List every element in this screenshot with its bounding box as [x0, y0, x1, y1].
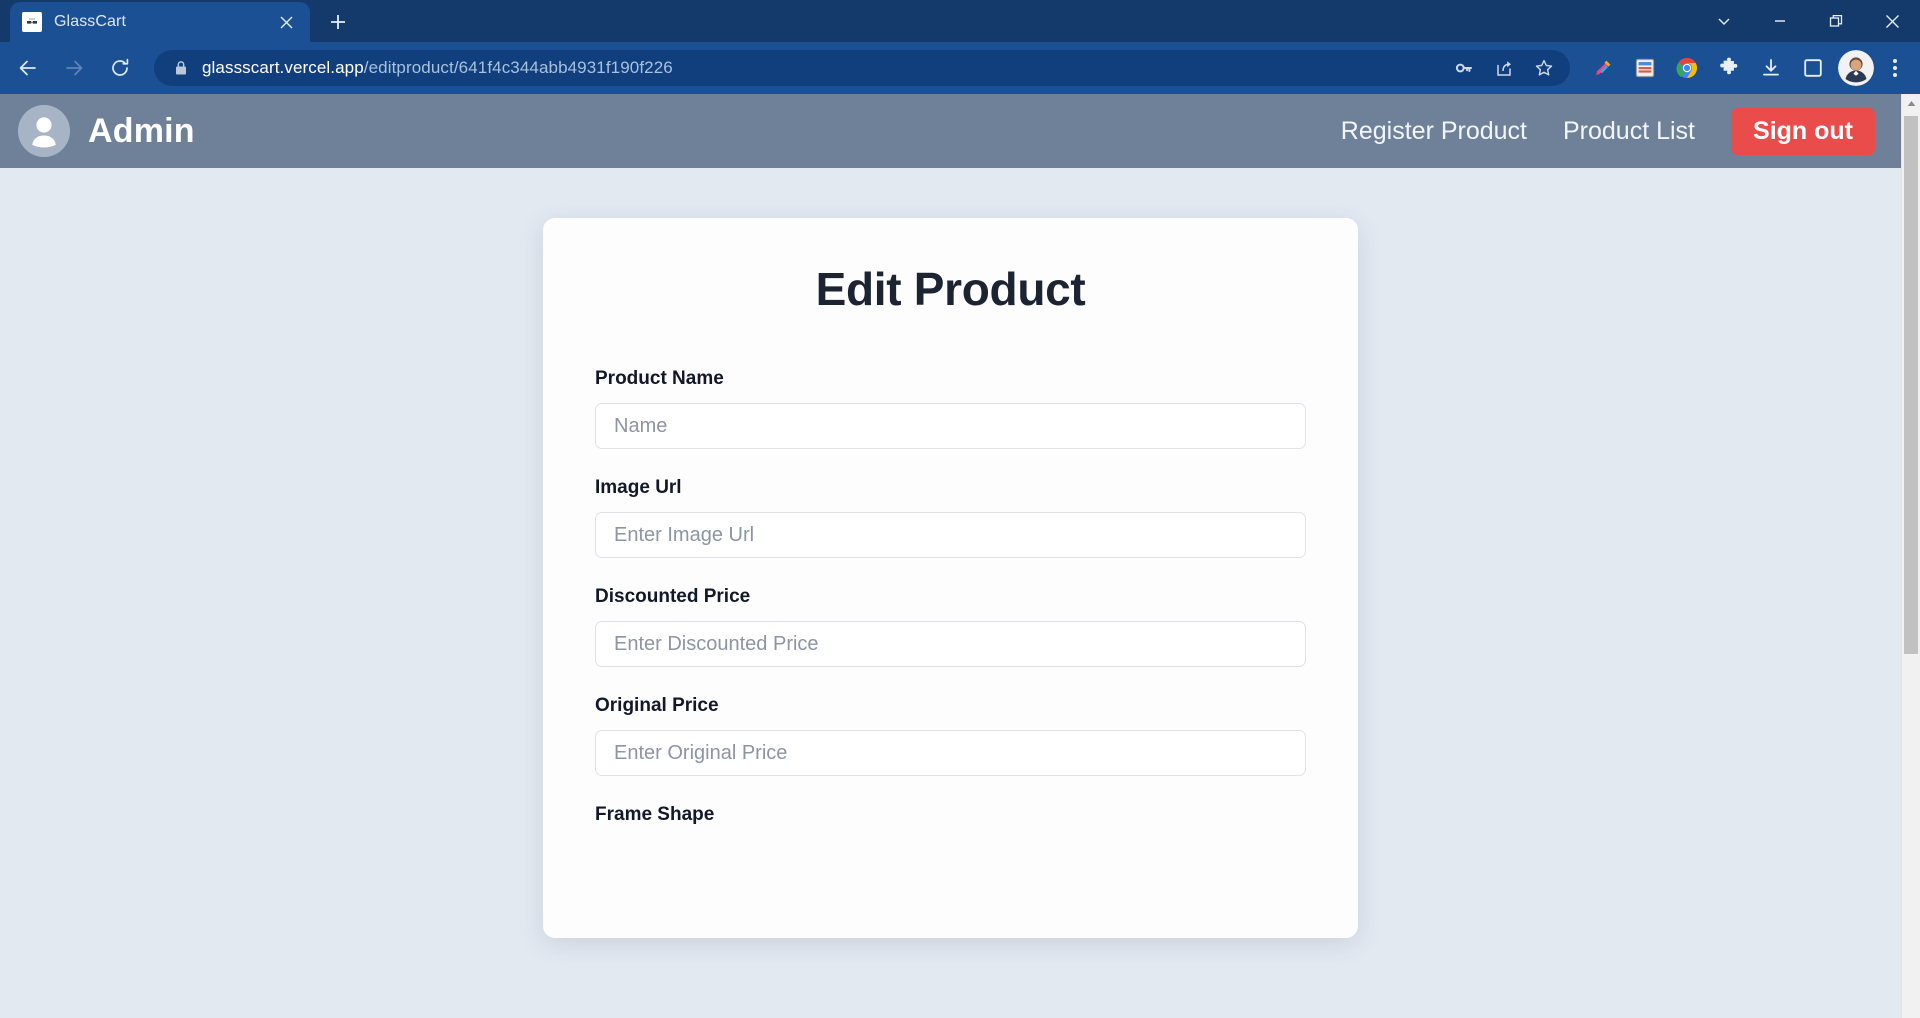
- site-nav: Register Product Product List Sign out: [1341, 107, 1901, 155]
- image-url-input[interactable]: [595, 512, 1306, 558]
- puzzle-icon[interactable]: [1710, 49, 1748, 87]
- sign-out-button[interactable]: Sign out: [1731, 107, 1875, 155]
- address-bar[interactable]: glassscart.vercel.app/editproduct/641f4c…: [154, 50, 1570, 86]
- window-controls: [1696, 0, 1920, 42]
- lock-icon: [170, 57, 192, 79]
- user-circle-icon: [18, 105, 70, 157]
- nav-link-register-product[interactable]: Register Product: [1341, 117, 1527, 146]
- browser-tab[interactable]: GlassCart: [10, 2, 310, 42]
- page-content: Edit Product Product Name Image Url Disc…: [0, 168, 1901, 938]
- restore-icon[interactable]: [1808, 0, 1864, 42]
- discounted-price-input[interactable]: [595, 621, 1306, 667]
- browser-window: GlassCart glassscart.vercel.app/editprod…: [0, 0, 1920, 1018]
- chevron-down-icon[interactable]: [1696, 0, 1752, 42]
- profile-avatar[interactable]: [1838, 50, 1874, 86]
- product-name-input[interactable]: [595, 403, 1306, 449]
- field-product-name: Product Name: [595, 368, 1306, 449]
- glasscart-favicon: [22, 12, 42, 32]
- brand: Admin: [18, 105, 195, 157]
- key-icon[interactable]: [1446, 52, 1482, 84]
- nav-link-product-list[interactable]: Product List: [1563, 117, 1695, 146]
- scrollbar-thumb[interactable]: [1904, 116, 1918, 654]
- download-icon[interactable]: [1752, 49, 1790, 87]
- original-price-input[interactable]: [595, 730, 1306, 776]
- url-path: /editproduct/641f4c344abb4931f190f226: [363, 58, 673, 77]
- reload-icon[interactable]: [100, 48, 140, 88]
- close-icon[interactable]: [274, 10, 298, 34]
- tab-title: GlassCart: [54, 13, 127, 30]
- site-header: Admin Register Product Product List Sign…: [0, 94, 1901, 168]
- arrow-left-icon[interactable]: [8, 48, 48, 88]
- omnibox-actions: [1436, 52, 1562, 84]
- star-icon[interactable]: [1526, 52, 1562, 84]
- edit-product-card: Edit Product Product Name Image Url Disc…: [543, 218, 1358, 938]
- scroll-up-arrow-icon[interactable]: [1902, 94, 1920, 113]
- label-original-price: Original Price: [595, 695, 719, 716]
- field-discounted-price: Discounted Price: [595, 586, 1306, 667]
- close-icon[interactable]: [1864, 0, 1920, 42]
- new-tab-button[interactable]: [316, 2, 360, 42]
- tab-strip: GlassCart: [0, 0, 1920, 42]
- browser-toolbar: glassscart.vercel.app/editproduct/641f4c…: [0, 42, 1920, 94]
- page-viewport: Admin Register Product Product List Sign…: [0, 94, 1920, 1018]
- document-color-icon[interactable]: [1626, 49, 1664, 87]
- arrow-right-icon[interactable]: [54, 48, 94, 88]
- page-title: Edit Product: [815, 263, 1086, 315]
- field-image-url: Image Url: [595, 477, 1306, 558]
- field-original-price: Original Price: [595, 695, 1306, 776]
- square-icon[interactable]: [1794, 49, 1832, 87]
- share-icon[interactable]: [1486, 52, 1522, 84]
- label-discounted-price: Discounted Price: [595, 586, 751, 607]
- address-bar-url: glassscart.vercel.app/editproduct/641f4c…: [202, 58, 673, 78]
- label-frame-shape: Frame Shape: [595, 804, 715, 825]
- three-dots-icon[interactable]: [1880, 49, 1910, 87]
- web-page: Admin Register Product Product List Sign…: [0, 94, 1901, 1018]
- label-image-url: Image Url: [595, 477, 682, 498]
- brand-name: Admin: [88, 111, 195, 150]
- minimize-icon[interactable]: [1752, 0, 1808, 42]
- page-scrollbar[interactable]: [1901, 94, 1920, 1018]
- extension-icons: [1584, 49, 1910, 87]
- url-domain: glassscart.vercel.app: [202, 58, 364, 77]
- chrome-icon[interactable]: [1668, 49, 1706, 87]
- field-frame-shape: Frame Shape: [595, 804, 1306, 826]
- label-product-name: Product Name: [595, 368, 724, 389]
- eyedropper-icon[interactable]: [1584, 49, 1622, 87]
